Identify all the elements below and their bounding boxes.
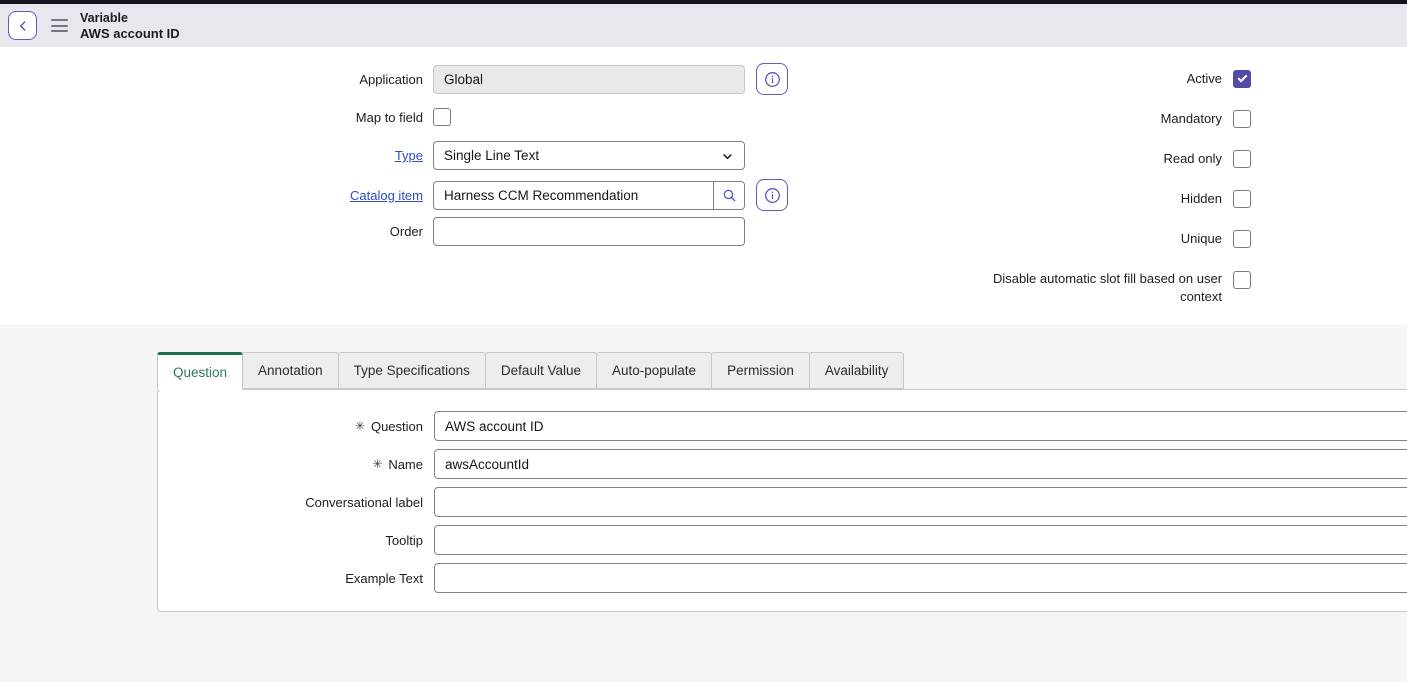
chevron-left-icon <box>15 18 31 34</box>
back-button[interactable] <box>8 11 37 40</box>
field-row-disable-slot-fill: Disable automatic slot fill based on use… <box>970 270 1251 306</box>
read-only-label: Read only <box>1163 150 1222 168</box>
tab-default-value[interactable]: Default Value <box>485 352 597 389</box>
field-row-question: ✳ Question <box>158 411 1407 441</box>
app-window: Variable AWS account ID Application Map … <box>0 0 1407 682</box>
tab-question[interactable]: Question <box>157 352 243 390</box>
conversational-label-input[interactable] <box>434 487 1407 517</box>
context-menu-icon[interactable] <box>51 19 68 32</box>
field-row-read-only: Read only <box>1163 150 1251 168</box>
tab-availability[interactable]: Availability <box>809 352 905 389</box>
name-label: Name <box>388 457 423 472</box>
active-label: Active <box>1187 70 1222 88</box>
field-row-example-text: Example Text <box>158 563 1407 593</box>
disable-slot-fill-label: Disable automatic slot fill based on use… <box>970 270 1222 306</box>
field-row-hidden: Hidden <box>1181 190 1251 208</box>
question-label: Question <box>371 419 423 434</box>
application-info-button[interactable] <box>756 63 788 95</box>
info-icon <box>763 70 782 89</box>
field-row-order: Order <box>0 217 745 246</box>
type-select[interactable]: Single Line Text <box>433 141 745 170</box>
order-input[interactable] <box>433 217 745 246</box>
required-asterisk-icon: ✳ <box>355 419 365 433</box>
read-only-checkbox[interactable] <box>1233 150 1251 168</box>
type-field-link[interactable]: Type <box>0 148 423 163</box>
disable-slot-fill-checkbox[interactable] <box>1233 271 1251 289</box>
unique-checkbox[interactable] <box>1233 230 1251 248</box>
record-header: Variable AWS account ID <box>0 4 1407 47</box>
question-tab-panel: ✳ Question ✳ Name Conversational label <box>157 389 1407 612</box>
tab-annotation[interactable]: Annotation <box>242 352 339 389</box>
mandatory-label: Mandatory <box>1161 110 1222 128</box>
chevron-down-icon <box>720 149 735 164</box>
catalog-item-reference-group <box>433 181 745 210</box>
field-row-conversational-label: Conversational label <box>158 487 1407 517</box>
field-row-active: Active <box>1187 70 1251 88</box>
record-name-label: AWS account ID <box>80 26 180 41</box>
example-text-input[interactable] <box>434 563 1407 593</box>
tab-auto-populate[interactable]: Auto-populate <box>596 352 712 389</box>
tab-permission[interactable]: Permission <box>711 352 810 389</box>
catalog-item-field-link[interactable]: Catalog item <box>0 188 423 203</box>
mandatory-checkbox[interactable] <box>1233 110 1251 128</box>
hidden-label: Hidden <box>1181 190 1222 208</box>
search-icon <box>721 187 738 204</box>
order-label: Order <box>0 224 423 239</box>
example-text-label: Example Text <box>345 571 423 586</box>
name-input[interactable] <box>434 449 1407 479</box>
field-row-name: ✳ Name <box>158 449 1407 479</box>
required-asterisk-icon: ✳ <box>372 457 382 471</box>
field-row-tooltip: Tooltip <box>158 525 1407 555</box>
unique-label: Unique <box>1181 230 1222 248</box>
application-label: Application <box>0 72 423 87</box>
question-input[interactable] <box>434 411 1407 441</box>
tab-type-specifications[interactable]: Type Specifications <box>338 352 486 389</box>
active-checkbox[interactable] <box>1233 70 1251 88</box>
record-type-label: Variable <box>80 11 180 26</box>
catalog-item-info-button[interactable] <box>756 179 788 211</box>
field-row-type: Type Single Line Text <box>0 141 745 170</box>
field-row-mandatory: Mandatory <box>1161 110 1251 128</box>
application-input[interactable] <box>433 65 745 94</box>
catalog-item-input[interactable] <box>433 181 713 210</box>
tooltip-input[interactable] <box>434 525 1407 555</box>
checkmark-icon <box>1238 73 1248 83</box>
form-main-section: Application Map to field Type Single Lin… <box>0 47 1407 325</box>
catalog-item-lookup-button[interactable] <box>713 181 745 210</box>
field-row-application: Application <box>0 63 788 95</box>
info-icon <box>763 186 782 205</box>
type-select-value: Single Line Text <box>444 148 539 163</box>
tooltip-label: Tooltip <box>385 533 423 548</box>
record-title: Variable AWS account ID <box>80 11 180 41</box>
map-to-field-label: Map to field <box>0 110 423 125</box>
form-tabs-section: Question Annotation Type Specifications … <box>0 325 1407 682</box>
field-row-map-to-field: Map to field <box>0 108 451 126</box>
hidden-checkbox[interactable] <box>1233 190 1251 208</box>
field-row-unique: Unique <box>1181 230 1251 248</box>
field-row-catalog-item: Catalog item <box>0 179 788 211</box>
map-to-field-checkbox[interactable] <box>433 108 451 126</box>
tab-bar: Question Annotation Type Specifications … <box>157 352 904 389</box>
conversational-label-label: Conversational label <box>305 495 423 510</box>
